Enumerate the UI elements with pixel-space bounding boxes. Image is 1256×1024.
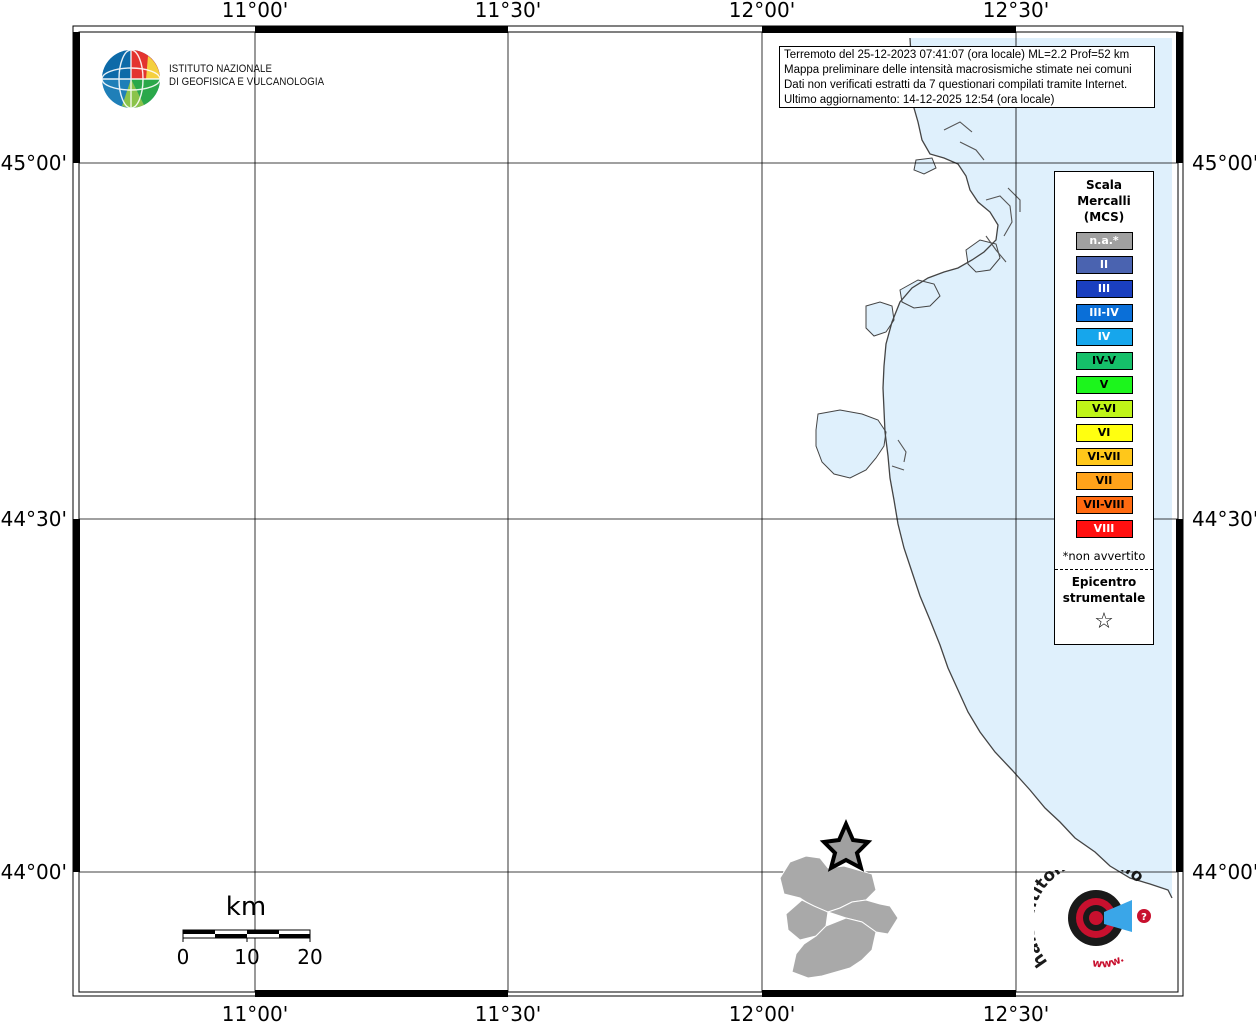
legend-swatch: V — [1075, 376, 1133, 394]
lon-label: 11°30' — [475, 0, 541, 22]
lat-labels-left: 45°00' 44°30' 44°00' — [1, 151, 67, 884]
globe-icon — [101, 49, 161, 109]
legend-swatch: VII-VIII — [1075, 496, 1133, 514]
legend-title-line: Scala — [1085, 178, 1123, 192]
legend-swatch: II — [1075, 256, 1133, 274]
lagoon-comacchio — [815, 409, 887, 479]
lat-label: 45°00' — [1192, 151, 1256, 175]
scale-label: 10 — [234, 945, 259, 969]
info-line: Ultimo aggiornamento: 14-12-2025 12:54 (… — [784, 94, 1055, 106]
epicenter-label: Epicentro strumentale — [1055, 574, 1153, 606]
info-line: Mappa preliminare delle intensità macros… — [784, 64, 1132, 76]
legend-swatch: VIII — [1075, 520, 1133, 538]
event-info-box: Terremoto del 25-12-2023 07:41:07 (ora l… — [779, 46, 1155, 108]
legend-title-line: (MCS) — [1083, 210, 1125, 224]
legend-divider — [1055, 569, 1153, 570]
lon-labels-top: 11°00' 11°30' 12°00' 12°30' — [222, 0, 1049, 22]
info-line: Dati non verificati estratti da 7 questi… — [784, 79, 1128, 91]
haisentito-emblem: haisentitoilterremoto.it www. ? — [1018, 848, 1151, 971]
lon-label: 11°00' — [222, 1002, 288, 1024]
municipalities — [779, 855, 899, 979]
logo-line-2: DI GEOFISICA E VULCANOLOGIA — [169, 76, 325, 88]
scale-label: 20 — [297, 945, 322, 969]
haisentito-logo: haisentitoilterremoto.it www. ? — [1018, 848, 1164, 980]
legend-swatch: IV — [1075, 328, 1133, 346]
legend-swatch: VI — [1075, 424, 1133, 442]
lat-label: 44°30' — [1, 507, 67, 531]
lon-label: 11°30' — [475, 1002, 541, 1024]
info-line: Terremoto del 25-12-2023 07:41:07 (ora l… — [784, 49, 1130, 61]
epicenter-label-line: Epicentro — [1071, 575, 1137, 589]
lat-label: 44°00' — [1192, 860, 1256, 884]
legend-swatch: V-VI — [1075, 400, 1133, 418]
scale-unit: km — [226, 892, 266, 922]
epicenter-star — [819, 819, 873, 872]
svg-text:?: ? — [1141, 912, 1147, 923]
legend-swatch: VII — [1075, 472, 1133, 490]
lat-label: 44°00' — [1, 860, 67, 884]
logo-www-text: www. — [1091, 952, 1126, 971]
star-icon: ☆ — [1094, 609, 1114, 634]
legend-swatch: VI-VII — [1075, 448, 1133, 466]
scale-bar: km 0 10 20 — [177, 892, 323, 969]
legend-note: *non avvertito — [1062, 549, 1146, 563]
legend-swatch: n.a.* — [1075, 232, 1133, 250]
legend-title-line: Mercalli — [1077, 194, 1131, 208]
lat-label: 45°00' — [1, 151, 67, 175]
lon-label: 11°00' — [222, 0, 288, 22]
epicenter-label-line: strumentale — [1062, 591, 1146, 605]
lat-label: 44°30' — [1192, 507, 1256, 531]
lon-label: 12°30' — [983, 0, 1049, 22]
legend-title: Scala Mercalli (MCS) — [1055, 177, 1153, 225]
lon-label: 12°00' — [729, 0, 795, 22]
lon-labels-bottom: 11°00' 11°30' 12°00' 12°30' — [222, 1002, 1049, 1024]
lat-labels-right: 45°00' 44°30' 44°00' — [1192, 151, 1256, 884]
legend-swatches: n.a.* II III III-IV IV IV-V V V-VI VI VI-VII VII VI… — [1055, 232, 1153, 538]
lagoon-small — [913, 157, 937, 175]
lon-label: 12°00' — [729, 1002, 795, 1024]
ingv-logo: ISTITUTO NAZIONALE DI GEOFISICA E VULCAN… — [100, 48, 324, 110]
legend-swatch: III — [1075, 280, 1133, 298]
lon-label: 12°30' — [983, 1002, 1049, 1024]
logo-line-1: ISTITUTO NAZIONALE — [169, 63, 273, 75]
intensity-legend: Scala Mercalli (MCS) n.a.* II III III-IV IV I… — [1054, 171, 1154, 645]
scale-label: 0 — [177, 945, 190, 969]
legend-swatch: IV-V — [1075, 352, 1133, 370]
legend-swatch: III-IV — [1075, 304, 1133, 322]
